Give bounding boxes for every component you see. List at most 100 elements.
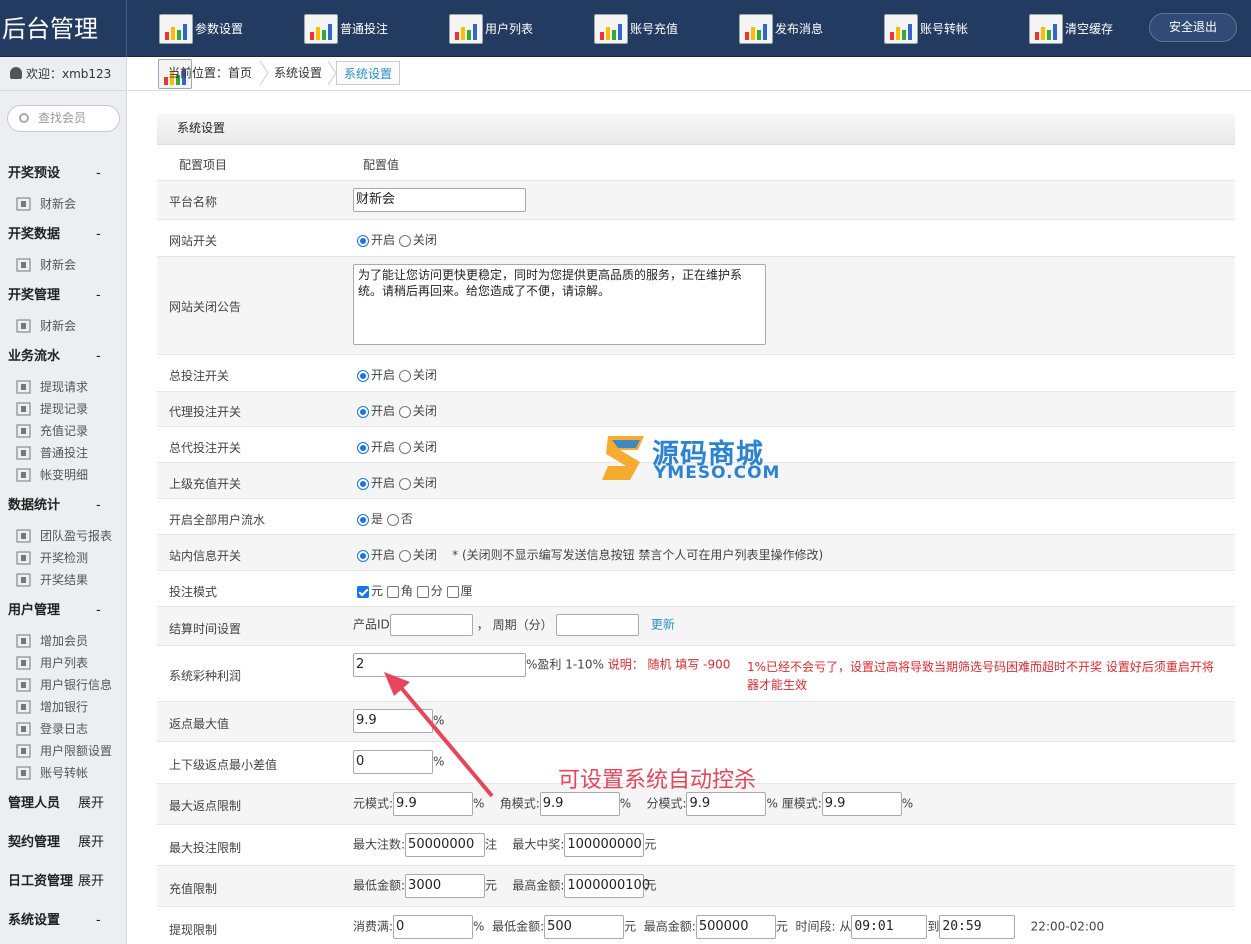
agent-bet-off-radio[interactable] <box>398 405 411 418</box>
product-id-input[interactable] <box>389 614 473 636</box>
upper-recharge-on-radio[interactable] <box>357 477 369 490</box>
update-link[interactable]: 更新 <box>651 618 675 632</box>
total-bet-off-radio[interactable] <box>398 369 411 382</box>
sidebar-group-toggle[interactable]: - <box>96 910 101 932</box>
mode-yuan-checkbox[interactable] <box>357 585 369 598</box>
nav-label: 清空缓存 <box>1065 22 1114 36</box>
nav-normal-bet[interactable]: 普通投注 <box>304 12 388 46</box>
max-win-input[interactable]: 100000000 <box>564 833 645 857</box>
radio-label: 开启 <box>371 368 396 382</box>
radio-label: 关闭 <box>412 404 437 418</box>
nav-params[interactable]: 参数设置 <box>159 12 243 46</box>
sidebar-group-toggle[interactable]: - <box>96 163 101 185</box>
sidebar-item[interactable]: 普通投注 <box>14 443 127 463</box>
breadcrumb-home[interactable]: 首页 <box>228 61 252 85</box>
msg-off-radio[interactable] <box>398 549 411 562</box>
sidebar-item[interactable]: 团队盈亏报表 <box>14 526 127 546</box>
close-notice-textarea[interactable]: 为了能让您访问更快更稳定，同时为您提供更高品质的服务，正在维护系统。请稍后再回来… <box>353 264 766 345</box>
user-flow-no-radio[interactable] <box>386 513 399 526</box>
sidebar-group[interactable]: 契约管理 展开 <box>0 832 127 854</box>
sidebar-item[interactable]: 用户限额设置 <box>14 741 127 761</box>
unit: 元 <box>644 837 657 852</box>
profit-note: 说明： 随机 填写 -900 <box>607 657 731 672</box>
agent-bet-on-radio[interactable] <box>357 405 369 418</box>
sidebar-item[interactable]: 登录日志 <box>14 719 127 739</box>
withdraw-max-input[interactable]: 500000 <box>695 915 776 939</box>
sidebar-group-toggle[interactable]: - <box>96 346 101 368</box>
breadcrumb-item[interactable]: 系统设置 <box>274 61 322 85</box>
watermark-en: YMESO.COM <box>654 463 781 483</box>
recharge-min-input[interactable]: 3000 <box>405 874 486 898</box>
platform-name-input[interactable]: 财新会 <box>353 188 526 212</box>
nav-publish[interactable]: 发布消息 <box>739 12 823 46</box>
jiao-rebate-input[interactable]: 9.9 <box>539 792 620 816</box>
general-agent-off-radio[interactable] <box>398 441 411 454</box>
sidebar-item[interactable]: 开奖结果 <box>14 570 127 590</box>
max-bets-input[interactable]: 50000000 <box>405 833 486 857</box>
sidebar-item[interactable]: 财新会 <box>14 194 127 214</box>
mode-li-checkbox[interactable] <box>446 585 459 598</box>
general-agent-on-radio[interactable] <box>357 441 369 454</box>
sidebar-group[interactable]: 开奖预设 - <box>0 163 127 185</box>
sidebar-item[interactable]: 用户列表 <box>14 653 127 673</box>
time-to-input[interactable]: 20:59 <box>939 915 1016 939</box>
nav-transfer[interactable]: 账号转帐 <box>884 12 968 46</box>
sidebar-group-toggle[interactable]: - <box>96 224 101 246</box>
sidebar-group-toggle[interactable]: 展开 <box>78 832 104 854</box>
label: 结算时间设置 <box>169 622 242 636</box>
checkbox-label: 角 <box>400 584 413 598</box>
nav-label: 参数设置 <box>195 22 244 36</box>
mode-fen-checkbox[interactable] <box>416 585 429 598</box>
sidebar-group[interactable]: 开奖数据 - <box>0 224 127 246</box>
consume-input[interactable]: 0 <box>393 915 474 939</box>
sidebar-item[interactable]: 财新会 <box>14 316 127 336</box>
withdraw-min-input[interactable]: 500 <box>544 915 625 939</box>
sidebar-item[interactable]: 账号转帐 <box>14 763 127 783</box>
mode-jiao-checkbox[interactable] <box>386 585 399 598</box>
row-recharge-limit: 充值限制 最低金额: 3000 元 最高金额: 1000000100元 <box>157 866 1235 907</box>
period-input[interactable] <box>556 614 640 636</box>
recharge-max-input[interactable]: 1000000100 <box>564 874 650 898</box>
sidebar-group-toggle[interactable]: - <box>96 285 101 307</box>
site-off-radio[interactable] <box>398 234 411 247</box>
sidebar-group[interactable]: 业务流水 - <box>0 346 127 368</box>
sidebar-group[interactable]: 开奖管理 - <box>0 285 127 307</box>
site-on-radio[interactable] <box>357 234 369 247</box>
sidebar-group-toggle[interactable]: 展开 <box>78 871 104 893</box>
sidebar-item[interactable]: 增加会员 <box>14 631 127 651</box>
sidebar-item[interactable]: 提现请求 <box>14 377 127 397</box>
sidebar-group[interactable]: 日工资管理 展开 <box>0 871 127 893</box>
user-flow-yes-radio[interactable] <box>357 513 369 526</box>
li-rebate-input[interactable]: 9.9 <box>821 792 902 816</box>
sidebar-item[interactable]: 开奖检测 <box>14 548 127 568</box>
sidebar-item[interactable]: 充值记录 <box>14 421 127 441</box>
sidebar-item[interactable]: 提现记录 <box>14 399 127 419</box>
fen-rebate-input[interactable]: 9.9 <box>686 792 767 816</box>
logout-button[interactable]: 安全退出 <box>1149 13 1237 42</box>
sidebar-group[interactable]: 管理人员 展开 <box>0 793 127 815</box>
sidebar-item[interactable]: 财新会 <box>14 255 127 275</box>
sidebar-group-toggle[interactable]: - <box>96 495 101 517</box>
sidebar-group[interactable]: 用户管理 - <box>0 600 127 622</box>
sidebar-item[interactable]: 用户银行信息 <box>14 675 127 695</box>
member-search-input[interactable]: 查找会员 <box>7 105 120 132</box>
sidebar-item[interactable]: 帐变明细 <box>14 465 127 485</box>
sidebar-group-toggle[interactable]: - <box>96 600 101 622</box>
nav-label: 发布消息 <box>775 22 824 36</box>
sidebar-group[interactable]: 系统设置 - <box>0 910 127 932</box>
sidebar-item-label: 提现记录 <box>40 402 89 416</box>
sidebar-group-toggle[interactable]: 展开 <box>78 793 104 815</box>
sidebar-group[interactable]: 数据统计 - <box>0 495 127 517</box>
nav-user-list[interactable]: 用户列表 <box>449 12 533 46</box>
nav-clear-cache[interactable]: 清空缓存 <box>1029 12 1113 46</box>
time-from-input[interactable]: 09:01 <box>851 915 928 939</box>
nav-recharge[interactable]: 账号充值 <box>594 12 678 46</box>
label: 平台名称 <box>169 195 218 209</box>
sidebar-item-label: 开奖结果 <box>40 573 89 587</box>
msg-on-radio[interactable] <box>357 549 369 562</box>
sidebar-item[interactable]: 增加银行 <box>14 697 127 717</box>
upper-recharge-off-radio[interactable] <box>398 477 411 490</box>
total-bet-on-radio[interactable] <box>357 369 369 382</box>
menu-item-icon <box>16 402 31 416</box>
top-bar: 后台管理 参数设置 普通投注 用户列表 账号充值 发布消息 账号转帐 清空缓存 … <box>0 0 1251 57</box>
